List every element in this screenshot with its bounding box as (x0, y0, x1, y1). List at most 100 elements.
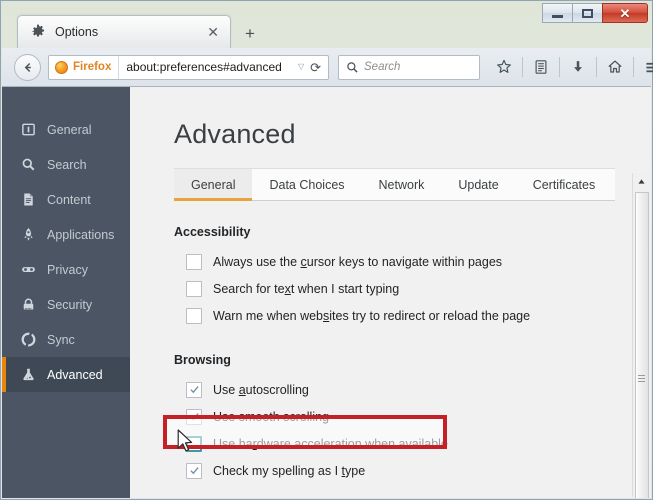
checkmark-icon (189, 386, 199, 394)
scrollbar-thumb[interactable] (634, 192, 649, 498)
navigation-toolbar: Firefox about:preferences#advanced ▽ ⟳ S… (2, 48, 653, 87)
section-heading: Accessibility (174, 225, 251, 239)
firefox-options-window: Options ✕ + ✕ Firefox about:preferences#… (0, 0, 653, 500)
checkmark-icon (189, 467, 199, 475)
toolbar-divider (559, 57, 560, 77)
preferences-sidebar: General Search Content Applications Priv… (2, 87, 130, 498)
bookmark-star-button[interactable] (489, 53, 519, 81)
minimize-icon (552, 14, 563, 18)
sidebar-item-label: Sync (47, 332, 75, 347)
close-window-button[interactable]: ✕ (602, 3, 648, 23)
sidebar-item-label: Search (47, 157, 87, 172)
sidebar-item-sync[interactable]: Sync (2, 322, 130, 357)
privacy-mask-icon (20, 261, 37, 278)
checkbox-spellcheck[interactable] (186, 462, 202, 479)
sidebar-item-search[interactable]: Search (2, 147, 130, 182)
checkbox-warn-redirect[interactable] (186, 307, 202, 324)
preferences-content: Advanced General Data Choices Network Up… (130, 87, 651, 498)
reload-icon[interactable]: ⟳ (310, 61, 321, 74)
browser-tab-options[interactable]: Options ✕ (17, 15, 231, 48)
back-button[interactable] (14, 53, 41, 81)
firefox-globe-icon (55, 60, 68, 74)
section-accessibility: Accessibility Always use the cursor keys… (174, 225, 651, 329)
sidebar-item-label: Privacy (47, 262, 88, 277)
scrollbar-grip-icon (638, 373, 645, 384)
close-icon: ✕ (619, 5, 631, 21)
sidebar-item-label: Advanced (47, 367, 103, 382)
gear-icon (30, 24, 46, 40)
option-label: Use autoscrolling (213, 382, 309, 397)
toolbar-divider (522, 57, 523, 77)
browser-tab-title: Options (55, 25, 99, 39)
close-tab-icon[interactable]: ✕ (207, 25, 219, 39)
minimize-button[interactable] (542, 3, 572, 23)
tab-update[interactable]: Update (441, 169, 515, 200)
vertical-scrollbar[interactable] (632, 173, 650, 498)
sidebar-item-label: General (47, 122, 92, 137)
flask-icon (20, 366, 37, 383)
tab-certificates[interactable]: Certificates (516, 169, 613, 200)
star-icon (497, 59, 511, 73)
sidebar-item-privacy[interactable]: Privacy (2, 252, 130, 287)
sidebar-item-applications[interactable]: Applications (2, 217, 130, 252)
search-icon (20, 156, 37, 173)
title-bar: Options ✕ + ✕ (1, 1, 652, 48)
checkbox-cursor-keys[interactable] (186, 253, 202, 270)
option-label: Use hardware acceleration when available (213, 436, 448, 451)
address-bar[interactable]: Firefox about:preferences#advanced ▽ ⟳ (48, 54, 329, 80)
chevron-up-icon (638, 179, 645, 184)
home-icon (608, 60, 622, 73)
window-controls: ✕ (542, 3, 648, 23)
checkbox-autoscrolling[interactable] (186, 381, 202, 398)
chevron-down-icon[interactable]: ▽ (298, 63, 304, 71)
sidebar-item-content[interactable]: Content (2, 182, 130, 217)
checkbox-hardware-acceleration[interactable] (186, 435, 202, 452)
toolbar-divider (596, 57, 597, 77)
option-row-hardware-acceleration[interactable]: Use hardware acceleration when available (174, 430, 651, 457)
sidebar-item-label: Content (47, 192, 91, 207)
toolbar-icons (489, 53, 653, 81)
sidebar-item-advanced[interactable]: Advanced (2, 357, 130, 392)
library-button[interactable] (526, 53, 556, 81)
tab-network[interactable]: Network (362, 169, 442, 200)
scroll-up-button[interactable] (633, 173, 650, 190)
option-label: Check my spelling as I type (213, 463, 366, 478)
sidebar-item-general[interactable]: General (2, 112, 130, 147)
tab-data-choices[interactable]: Data Choices (252, 169, 361, 200)
preferences-page: General Search Content Applications Priv… (2, 87, 651, 498)
sidebar-item-security[interactable]: Security (2, 287, 130, 322)
toolbar-divider (633, 57, 634, 77)
option-row-cursor-keys[interactable]: Always use the cursor keys to navigate w… (174, 248, 651, 275)
applications-icon (20, 226, 37, 243)
tab-general[interactable]: General (174, 169, 253, 201)
search-icon (347, 61, 358, 73)
section-browsing: Browsing Use autoscrolling Use smooth sc… (174, 353, 651, 484)
option-label: Use smooth scrolling (213, 409, 330, 424)
checkbox-search-on-type[interactable] (186, 280, 202, 297)
sidebar-item-label: Security (47, 297, 93, 312)
firefox-identity-badge[interactable]: Firefox (49, 55, 120, 79)
option-row-spellcheck[interactable]: Check my spelling as I type (174, 457, 651, 484)
general-icon (20, 121, 37, 138)
option-row-autoscrolling[interactable]: Use autoscrolling (174, 376, 651, 403)
menu-button[interactable] (637, 53, 653, 81)
identity-label: Firefox (73, 61, 112, 73)
option-label: Search for text when I start typing (213, 281, 400, 296)
checkbox-smooth-scrolling[interactable] (186, 408, 202, 425)
search-bar[interactable]: Search (338, 54, 480, 80)
page-title: Advanced (174, 119, 296, 149)
option-label: Always use the cursor keys to navigate w… (213, 254, 503, 269)
download-icon (574, 61, 582, 72)
library-icon (535, 60, 547, 74)
home-button[interactable] (600, 53, 630, 81)
option-row-warn-redirect[interactable]: Warn me when websites try to redirect or… (174, 302, 651, 329)
downloads-button[interactable] (563, 53, 593, 81)
maximize-button[interactable] (572, 3, 602, 23)
url-text: about:preferences#advanced (126, 60, 282, 74)
back-arrow-icon (24, 62, 31, 72)
option-row-smooth-scrolling[interactable]: Use smooth scrolling (174, 403, 651, 430)
option-row-search-on-type[interactable]: Search for text when I start typing (174, 275, 651, 302)
content-icon (20, 191, 37, 208)
section-heading: Browsing (174, 353, 231, 367)
new-tab-button[interactable]: + (239, 25, 261, 42)
